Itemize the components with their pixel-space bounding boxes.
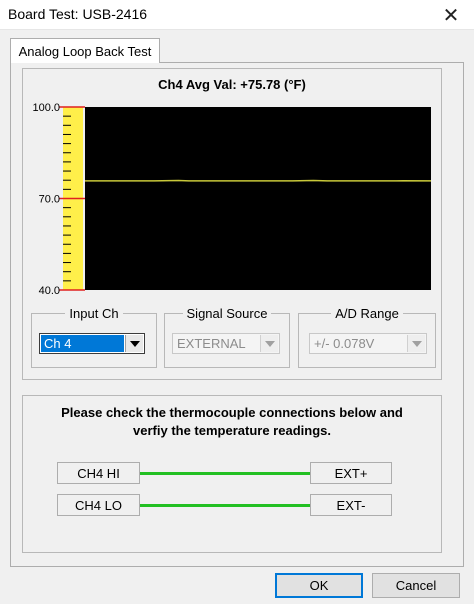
chevron-down-icon bbox=[264, 340, 275, 347]
plot-area bbox=[85, 107, 431, 290]
y-tick-label: 100.0 bbox=[32, 102, 60, 114]
pin-ext-plus: EXT+ bbox=[310, 462, 392, 484]
signal-source-label: Signal Source bbox=[186, 306, 268, 321]
signal-source-value: EXTERNAL bbox=[177, 336, 246, 351]
tab-label: Analog Loop Back Test bbox=[18, 43, 152, 59]
instruction-line-1: Please check the thermocouple connection… bbox=[61, 405, 403, 420]
input-ch-label: Input Ch bbox=[69, 306, 119, 321]
pin-ext-minus: EXT- bbox=[310, 494, 392, 516]
ad-range-select[interactable]: +/- 0.078V bbox=[309, 333, 427, 354]
ad-range-label: A/D Range bbox=[335, 306, 399, 321]
wire-lo bbox=[140, 504, 310, 507]
signal-source-select[interactable]: EXTERNAL bbox=[172, 333, 280, 354]
input-ch-value: Ch 4 bbox=[41, 335, 124, 352]
y-tick-label: 40.0 bbox=[39, 285, 60, 297]
y-axis-labels: 100.0 70.0 40.0 bbox=[32, 102, 60, 297]
input-ch-select[interactable]: Ch 4 bbox=[39, 333, 145, 354]
ad-range-dropdown-button[interactable] bbox=[407, 335, 425, 352]
chevron-down-icon bbox=[411, 340, 422, 347]
y-tick-label: 70.0 bbox=[39, 194, 60, 206]
pin-ch4-lo: CH4 LO bbox=[57, 494, 140, 516]
ad-range-value: +/- 0.078V bbox=[314, 336, 375, 351]
signal-source-dropdown-button[interactable] bbox=[260, 335, 278, 352]
ok-button[interactable]: OK bbox=[275, 573, 363, 598]
connection-instructions: Please check the thermocouple connection… bbox=[22, 404, 442, 440]
cancel-button[interactable]: Cancel bbox=[372, 573, 460, 598]
input-ch-dropdown-button[interactable] bbox=[125, 335, 143, 352]
chevron-down-icon bbox=[129, 340, 140, 347]
wire-hi bbox=[140, 472, 310, 475]
tab-analog-loop-back-test[interactable]: Analog Loop Back Test bbox=[10, 38, 160, 63]
instruction-line-2: verfiy the temperature readings. bbox=[133, 423, 331, 438]
pin-ch4-hi: CH4 HI bbox=[57, 462, 140, 484]
